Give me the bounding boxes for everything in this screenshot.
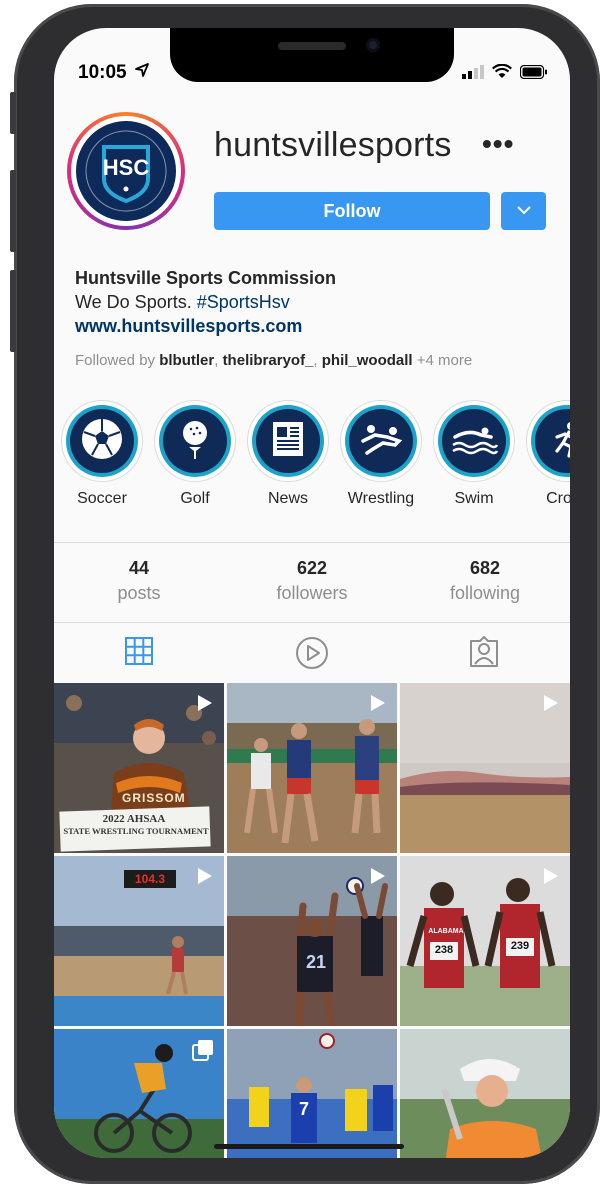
- volume-down-button: [10, 270, 16, 352]
- video-icon: [540, 866, 560, 891]
- location-arrow-icon: [134, 62, 150, 84]
- post-tile[interactable]: 21: [227, 856, 397, 1026]
- post-tile[interactable]: [54, 1029, 224, 1158]
- highlight-soccer[interactable]: Soccer: [60, 400, 144, 508]
- post-tile[interactable]: [400, 683, 570, 853]
- profile-bio: Huntsville Sports Commission We Do Sport…: [75, 266, 336, 338]
- swimmer-icon: [449, 421, 499, 462]
- post-tile[interactable]: ALABAMA 238 239: [400, 856, 570, 1026]
- status-icons: [462, 63, 548, 84]
- story-highlights: Soccer Golf News Wrestling Swim Cro: [54, 400, 570, 516]
- follow-button[interactable]: Follow: [214, 192, 490, 230]
- stats-divider-top: [54, 542, 570, 543]
- runner-icon: [547, 419, 570, 464]
- bio-line: We Do Sports. #SportsHsv: [75, 292, 290, 312]
- followed-by[interactable]: Followed by blbutler, thelibraryof_, phi…: [75, 352, 472, 369]
- golf-ball-icon: [173, 417, 217, 466]
- newspaper-icon: [268, 419, 308, 464]
- profile-avatar[interactable]: HSC: [67, 112, 185, 230]
- stats-divider-bottom: [54, 622, 570, 623]
- posts-count[interactable]: 44 posts: [64, 558, 214, 604]
- bio-hashtag-link[interactable]: #SportsHsv: [197, 292, 290, 312]
- video-icon: [540, 693, 560, 718]
- highlight-golf[interactable]: Golf: [153, 400, 237, 508]
- highlight-swim[interactable]: Swim: [432, 400, 516, 508]
- video-icon: [194, 693, 214, 718]
- hsc-logo: HSC: [76, 121, 176, 221]
- tab-grid[interactable]: [124, 636, 158, 670]
- profile-full-name: Huntsville Sports Commission: [75, 268, 337, 288]
- post-jersey-number: 7: [298, 1099, 309, 1119]
- highlight-news[interactable]: News: [246, 400, 330, 508]
- post-caption-line2: STATE WRESTLING TOURNAMENT: [63, 826, 209, 836]
- more-options-icon[interactable]: •••: [482, 128, 514, 160]
- video-icon: [367, 693, 387, 718]
- tab-reels[interactable]: [295, 636, 329, 670]
- post-tile[interactable]: [227, 683, 397, 853]
- post-tile[interactable]: GRISSOM 2022 AHSAA STATE WRESTLING TOURN…: [54, 683, 224, 853]
- battery-icon: [519, 64, 548, 84]
- profile-stats: 44 posts 622 followers 682 following: [54, 558, 570, 614]
- website-link[interactable]: www.huntsvillesports.com: [75, 314, 336, 338]
- profile-tabs: [54, 624, 570, 680]
- front-camera: [366, 38, 380, 52]
- suggested-accounts-button[interactable]: [501, 192, 546, 230]
- highlight-wrestling[interactable]: Wrestling: [339, 400, 423, 508]
- following-count[interactable]: 682 following: [410, 558, 560, 604]
- post-bib-2: 239: [510, 940, 530, 952]
- post-bib-1: 238: [434, 944, 454, 956]
- avatar-text: HSC: [102, 155, 150, 180]
- grid-icon: [124, 637, 154, 670]
- tab-tagged[interactable]: [468, 636, 502, 670]
- post-jersey-text: GRISSOM: [122, 791, 186, 805]
- profile-username: huntsvillesports: [214, 126, 452, 164]
- post-tile[interactable]: 7: [227, 1029, 397, 1158]
- post-tile[interactable]: 104.3: [54, 856, 224, 1026]
- followers-count[interactable]: 622 followers: [237, 558, 387, 604]
- carousel-icon: [192, 1039, 214, 1066]
- wrestling-icon: [357, 419, 405, 464]
- speaker-grille: [278, 42, 346, 50]
- post-banner-text: 104.3: [134, 872, 166, 886]
- volume-up-button: [10, 170, 16, 252]
- post-caption-line1: 2022 AHSAA: [102, 813, 166, 825]
- status-time: 10:05: [78, 62, 150, 84]
- post-tile[interactable]: [400, 1029, 570, 1158]
- post-jersey-text: ALABAMA: [428, 928, 464, 935]
- chevron-down-icon: [516, 202, 531, 220]
- play-icon: [295, 637, 329, 674]
- soccer-ball-icon: [80, 417, 124, 466]
- video-icon: [367, 866, 387, 891]
- wifi-icon: [492, 63, 512, 84]
- cellular-signal-icon: [462, 64, 484, 84]
- app-screen: 10:05 HSC huntsvillesports ••• Follow Hu…: [54, 28, 570, 1158]
- highlight-cross[interactable]: Cross: [525, 400, 570, 508]
- home-indicator[interactable]: [214, 1144, 404, 1149]
- tagged-person-icon: [468, 636, 500, 672]
- mute-switch: [10, 92, 16, 134]
- phone-notch: [170, 28, 454, 82]
- post-jersey-number: 21: [305, 952, 327, 972]
- video-icon: [194, 866, 214, 891]
